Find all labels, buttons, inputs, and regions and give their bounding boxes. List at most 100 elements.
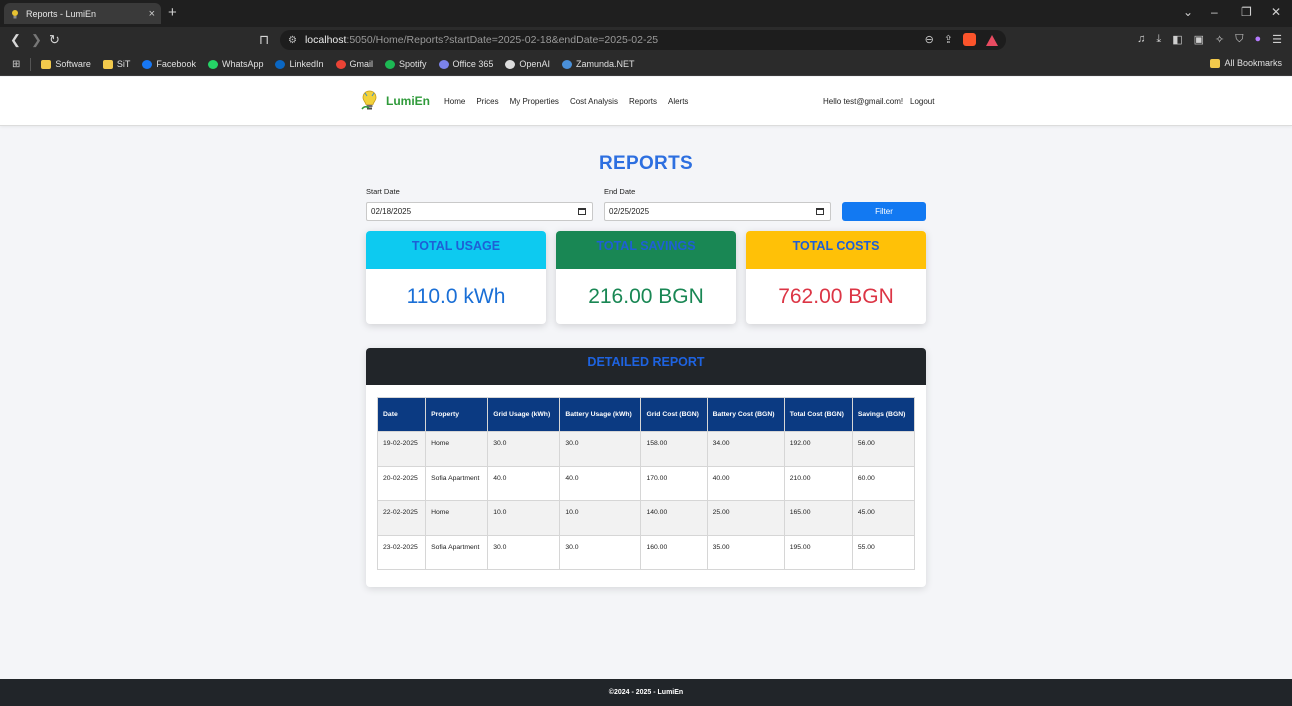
page-title: REPORTS xyxy=(599,153,693,174)
table-cell: 20-02-2025 xyxy=(376,465,427,501)
table-cell: 30.0 xyxy=(559,534,642,570)
card-title: TOTAL SAVINGS xyxy=(596,239,696,253)
tab-search-icon[interactable]: ⌄ xyxy=(1183,5,1193,19)
table-cell: 45.00 xyxy=(851,500,916,536)
table-row: 22-02-2025 Home 10.0 10.0 140.00 25.00 165.00 4… xyxy=(376,500,916,536)
calendar-icon[interactable] xyxy=(816,208,824,215)
download-icon[interactable]: ⤓ xyxy=(1156,33,1161,46)
back-icon[interactable]: ❮ xyxy=(10,32,21,48)
all-bookmarks-label: All Bookmarks xyxy=(1224,58,1282,68)
wallet-icon[interactable]: ▣ xyxy=(1194,33,1204,46)
media-icon[interactable]: ♫ xyxy=(1137,33,1145,46)
brave-shields-icon[interactable] xyxy=(963,33,976,46)
table-cell: 140.00 xyxy=(640,500,708,536)
card-value: 110.0 kWh xyxy=(406,284,506,308)
table-cell: Sofia Apartment xyxy=(425,465,489,501)
zoom-icon[interactable]: ⊖ xyxy=(925,33,934,46)
total-costs-card: TOTAL COSTS 762.00 BGN xyxy=(746,231,926,324)
table-cell: 210.00 xyxy=(783,465,853,501)
card-title: TOTAL COSTS xyxy=(792,239,880,253)
browser-tools: ♫ ⤓ ◧ ▣ ✧ ⛉ ● ☰ xyxy=(1137,33,1282,46)
brave-rewards-icon[interactable] xyxy=(986,35,998,46)
menu-icon[interactable]: ☰ xyxy=(1272,33,1282,46)
bookmark-item[interactable]: OpenAI xyxy=(505,59,550,69)
nav-link-alerts[interactable]: Alerts xyxy=(668,97,688,106)
bookmark-item[interactable]: Software xyxy=(41,59,91,69)
user-greeting[interactable]: Hello test@gmail.com! xyxy=(823,97,903,106)
bookmark-item[interactable]: LinkedIn xyxy=(275,59,324,69)
folder-icon xyxy=(102,59,113,69)
column-header: Battery Cost (BGN) xyxy=(706,397,785,432)
lightbulb-favicon-icon xyxy=(10,9,20,19)
table-cell: 34.00 xyxy=(706,431,785,467)
vpn-icon[interactable]: ⛉ xyxy=(1235,33,1243,46)
table-cell: 165.00 xyxy=(783,500,853,536)
all-bookmarks[interactable]: All Bookmarks xyxy=(1210,58,1282,68)
tab-close-icon[interactable]: × xyxy=(149,8,155,20)
table-cell: 195.00 xyxy=(783,534,853,570)
minimize-icon[interactable]: – xyxy=(1211,5,1218,19)
new-tab-icon[interactable]: + xyxy=(168,4,177,21)
zamunda-icon xyxy=(561,59,572,69)
table-cell: 160.00 xyxy=(640,534,708,570)
table-cell: 10.0 xyxy=(559,500,642,536)
report-title: DETAILED REPORT xyxy=(587,355,705,369)
logout-link[interactable]: Logout xyxy=(910,97,934,106)
bookmark-item[interactable]: Facebook xyxy=(142,59,196,69)
reload-icon[interactable]: ↻ xyxy=(49,32,60,48)
start-date-input[interactable]: 02/18/2025 xyxy=(366,202,593,221)
bookmark-item[interactable]: Gmail xyxy=(335,59,374,69)
browser-tab[interactable]: Reports - LumiEn × xyxy=(4,3,161,24)
nav-link-prices[interactable]: Prices xyxy=(476,97,498,106)
bookmark-label: Software xyxy=(55,59,91,69)
restore-icon[interactable]: ❐ xyxy=(1241,5,1252,19)
forward-icon[interactable]: ❯ xyxy=(31,32,42,48)
bookmarks-divider xyxy=(30,57,32,71)
openai-icon xyxy=(505,59,516,69)
profile-icon[interactable]: ● xyxy=(1254,33,1261,46)
sidebar-icon[interactable]: ◧ xyxy=(1172,33,1182,46)
lightbulb-logo-icon xyxy=(361,90,378,112)
filter-button[interactable]: Filter xyxy=(842,202,926,221)
bookmark-item[interactable]: Zamunda.NET xyxy=(561,59,634,69)
card-header: TOTAL SAVINGS xyxy=(556,231,736,269)
table-cell: 55.00 xyxy=(851,534,916,570)
office-icon xyxy=(438,59,449,69)
url-bar[interactable]: ⚙ localhost :5050/Home/Reports?startDate… xyxy=(280,30,1006,50)
end-date-input[interactable]: 02/25/2025 xyxy=(604,202,831,221)
site-footer: ©2024 - 2025 - LumiEn xyxy=(0,679,1292,706)
bookmark-label: Office 365 xyxy=(452,59,494,69)
bookmark-item[interactable]: Spotify xyxy=(385,59,427,69)
bookmark-label: Gmail xyxy=(349,59,374,69)
report-header: DETAILED REPORT xyxy=(366,348,926,385)
spotify-icon xyxy=(385,59,396,69)
table-cell: 60.00 xyxy=(851,465,916,501)
bookmark-item[interactable]: WhatsApp xyxy=(207,59,263,69)
bookmark-page-icon[interactable]: ⊓ xyxy=(259,32,269,48)
linkedin-icon xyxy=(275,59,286,69)
facebook-icon xyxy=(142,59,153,69)
start-date-value: 02/18/2025 xyxy=(371,207,412,216)
table-cell: 192.00 xyxy=(783,431,853,467)
bookmark-item[interactable]: SiT xyxy=(102,59,130,69)
calendar-icon[interactable] xyxy=(578,208,586,215)
bookmarks-bar: ⊞ Software SiT Facebook WhatsApp LinkedIn Gma… xyxy=(0,53,1292,76)
column-header: Total Cost (BGN) xyxy=(783,397,853,432)
share-icon[interactable]: ⇪ xyxy=(944,33,953,46)
bookmark-label: Facebook xyxy=(156,59,196,69)
brand[interactable]: LumiEn xyxy=(361,90,430,112)
site-navbar: LumiEn Home Prices My Properties Cost An… xyxy=(0,77,1292,126)
leo-ai-icon[interactable]: ✧ xyxy=(1215,33,1224,46)
nav-link-my-properties[interactable]: My Properties xyxy=(510,97,559,106)
table-cell: Sofia Apartment xyxy=(425,534,489,570)
nav-link-reports[interactable]: Reports xyxy=(629,97,657,106)
tab-title: Reports - LumiEn xyxy=(26,8,97,19)
site-info-icon[interactable]: ⚙ xyxy=(288,35,297,46)
table-cell: 23-02-2025 xyxy=(376,534,427,570)
apps-grid-icon[interactable]: ⊞ xyxy=(12,59,20,70)
nav-link-home[interactable]: Home xyxy=(444,97,465,106)
bookmark-item[interactable]: Office 365 xyxy=(438,59,494,69)
nav-link-cost-analysis[interactable]: Cost Analysis xyxy=(570,97,618,106)
close-window-icon[interactable]: ✕ xyxy=(1271,5,1281,19)
table-cell: 35.00 xyxy=(706,534,785,570)
